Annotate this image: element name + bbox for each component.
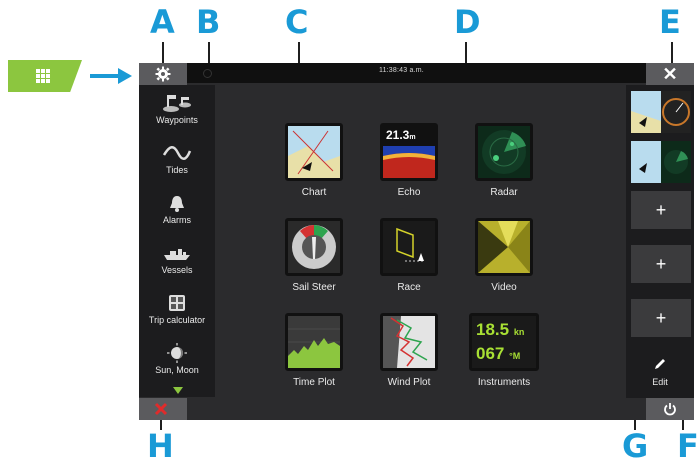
app-time-plot[interactable]: Time Plot: [274, 313, 354, 388]
tides-icon: [162, 146, 192, 160]
speed-unit: kn: [513, 327, 525, 337]
favorite-page-2[interactable]: [631, 141, 691, 183]
status-dot: [203, 69, 212, 78]
sidebar-item-waypoints[interactable]: Waypoints: [139, 93, 215, 125]
app-label: Echo: [397, 187, 421, 198]
callout-e: E: [659, 3, 681, 41]
sun-moon-icon: [167, 343, 187, 363]
echo-app-icon: 21.3m: [380, 123, 438, 181]
close-tools-button[interactable]: [139, 398, 187, 420]
vessels-icon: [164, 249, 190, 260]
tools-sidebar: Waypoints Tides Alarms Vessels Trip calc…: [139, 85, 215, 397]
sidebar-item-label: Vessels: [161, 265, 193, 275]
edit-favorites-button[interactable]: Edit: [626, 357, 694, 387]
callout-h: H: [147, 427, 174, 465]
add-favorite-button-1[interactable]: +: [631, 191, 691, 229]
sidebar-item-trip-calculator[interactable]: Trip calculator: [139, 293, 215, 325]
echo-depth-unit: m: [409, 134, 416, 141]
app-instruments[interactable]: 18.5 kn 067 °M Instruments: [454, 313, 554, 388]
add-favorite-button-3[interactable]: +: [631, 299, 691, 337]
sidebar-item-vessels[interactable]: Vessels: [139, 243, 215, 275]
sidebar-item-label: Tides: [166, 165, 188, 175]
bell-icon: [170, 196, 184, 212]
app-wind-plot[interactable]: Wind Plot: [369, 313, 449, 388]
callout-f: F: [677, 427, 699, 465]
speed-value: 18.5: [476, 320, 510, 339]
home-screen: 11:38:43 a.m. ✕ Waypoints Tides Alarms V…: [139, 63, 694, 420]
close-button[interactable]: ✕: [646, 63, 694, 85]
app-label: Instruments: [477, 377, 531, 388]
radar-app-icon: [475, 123, 533, 181]
close-icon: ✕: [662, 64, 678, 84]
tools-close-icon: [154, 402, 168, 416]
arrow-head: [118, 68, 132, 84]
sidebar-item-label: Alarms: [162, 215, 191, 225]
gear-icon: [155, 66, 171, 82]
sidebar-item-label: Waypoints: [156, 115, 198, 125]
heading-unit: °M: [509, 351, 521, 361]
app-chart[interactable]: Chart: [274, 123, 354, 198]
waypoints-icon: [163, 95, 191, 112]
heading-value: 067: [476, 344, 505, 363]
sidebar-item-label: Sun, Moon: [155, 365, 199, 375]
app-radar[interactable]: Radar: [464, 123, 544, 198]
app-label: Sail Steer: [292, 282, 336, 293]
callout-d: D: [454, 3, 481, 41]
callout-c: C: [285, 3, 309, 41]
app-label: Time Plot: [293, 377, 335, 388]
app-video[interactable]: Video: [464, 218, 544, 293]
grid-icon: [36, 69, 50, 83]
app-label: Video: [491, 282, 517, 293]
race-app-icon: [380, 218, 438, 276]
callout-g: G: [622, 427, 649, 465]
app-label: Race: [397, 282, 421, 293]
callout-a: A: [150, 3, 175, 41]
callout-b: B: [196, 3, 221, 41]
video-app-icon: [475, 218, 533, 276]
favorite-page-1[interactable]: [631, 91, 691, 133]
sidebar-item-alarms[interactable]: Alarms: [139, 193, 215, 225]
power-icon: [664, 403, 676, 416]
app-sail-steer[interactable]: Sail Steer: [274, 218, 354, 293]
power-button[interactable]: [646, 398, 694, 420]
scroll-down-icon[interactable]: [173, 387, 183, 394]
app-label: Wind Plot: [387, 377, 431, 388]
sidebar-item-tides[interactable]: Tides: [139, 143, 215, 175]
app-label: Chart: [301, 187, 327, 198]
echo-depth-value: 21.3: [386, 128, 410, 142]
trip-calculator-icon: [169, 295, 185, 311]
arrow-shaft: [90, 74, 120, 78]
sail-steer-app-icon: [285, 218, 343, 276]
sidebar-item-label: Trip calculator: [148, 315, 206, 325]
pencil-icon: [655, 359, 665, 369]
favorites-panel: + + + Edit: [626, 85, 694, 398]
app-race[interactable]: Race: [369, 218, 449, 293]
settings-button[interactable]: [139, 63, 187, 85]
edit-label: Edit: [652, 377, 668, 387]
instruments-app-icon: 18.5 kn 067 °M: [469, 313, 539, 371]
home-grid-tab[interactable]: [8, 60, 82, 92]
sidebar-item-sun-moon[interactable]: Sun, Moon: [139, 343, 215, 375]
app-label: Radar: [490, 187, 518, 198]
app-echo[interactable]: 21.3m Echo: [369, 123, 449, 198]
add-favorite-button-2[interactable]: +: [631, 245, 691, 283]
chart-app-icon: [285, 123, 343, 181]
status-bar: 11:38:43 a.m.: [139, 63, 694, 83]
wind-plot-app-icon: [380, 313, 438, 371]
clock-time: 11:38:43 a.m.: [379, 67, 424, 74]
time-plot-app-icon: [285, 313, 343, 371]
